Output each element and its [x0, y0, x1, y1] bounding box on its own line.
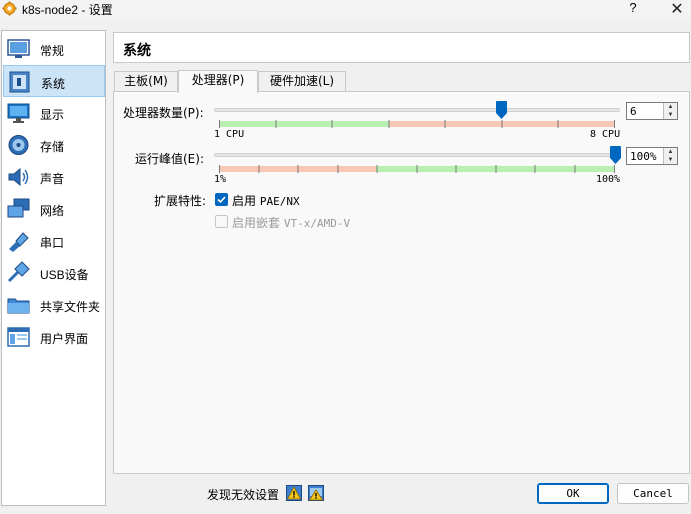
shared-folder-icon: [7, 298, 30, 314]
increase-arrow-icon[interactable]: ▲: [664, 148, 677, 156]
execution-cap-label: 运行峰值(E):: [135, 152, 204, 166]
network-icon: [7, 198, 30, 218]
decrease-arrow-icon[interactable]: ▼: [664, 111, 677, 119]
sidebar-item-label: 常规: [40, 44, 65, 58]
sidebar-item-audio[interactable]: 声音: [3, 161, 105, 193]
cpu-max-label: 8 CPU: [590, 129, 621, 140]
help-button[interactable]: ?: [626, 0, 640, 15]
page-header: 系统: [113, 32, 690, 63]
tab-motherboard[interactable]: 主板(M): [114, 71, 178, 92]
sidebar-item-usb[interactable]: USB设备: [3, 257, 105, 289]
tab-processor[interactable]: 处理器(P): [178, 70, 258, 93]
nested-vtx-label: 启用嵌套 VT-x/AMD-V: [232, 214, 350, 231]
sidebar-item-shared-folders[interactable]: 共享文件夹: [3, 289, 105, 321]
nested-vtx-checkbox[interactable]: [215, 215, 228, 228]
pae-nx-label-suffix: PAE/NX: [259, 195, 300, 208]
nested-vtx-label-suffix: VT-x/AMD-V: [283, 217, 351, 230]
serial-port-icon: [9, 232, 29, 252]
cpu-min-label: 1 CPU: [214, 129, 245, 140]
settings-sidebar: 常规 系统 显示 存储 声音 网络 串口 USB设备 共享文件夹 用户界面: [1, 30, 106, 506]
increase-arrow-icon[interactable]: ▲: [664, 103, 677, 111]
cpu-count-stepper: ▲ ▼: [663, 103, 677, 119]
cpu-count-label: 处理器数量(P):: [123, 106, 204, 120]
warning-icon[interactable]: [308, 485, 324, 501]
tab-acceleration[interactable]: 硬件加速(L): [258, 71, 346, 92]
sidebar-item-storage[interactable]: 存储: [3, 129, 105, 161]
user-interface-icon: [7, 327, 30, 347]
execution-cap-ticks: [219, 165, 615, 173]
decrease-arrow-icon[interactable]: ▼: [664, 156, 677, 164]
execution-cap-spinbox[interactable]: 100% ▲ ▼: [626, 147, 678, 165]
sidebar-item-label: 用户界面: [40, 332, 89, 346]
storage-icon: [8, 135, 29, 155]
pae-nx-label[interactable]: 启用 PAE/NX: [232, 192, 300, 209]
invalid-settings-text: 发现无效设置: [207, 488, 280, 502]
ok-button[interactable]: OK: [537, 483, 609, 504]
execution-cap-slider-handle[interactable]: [609, 146, 621, 164]
sidebar-item-network[interactable]: 网络: [3, 193, 105, 225]
cpu-count-ticks: [219, 120, 615, 128]
warning-icon[interactable]: [286, 485, 302, 501]
sidebar-item-label: USB设备: [40, 268, 89, 282]
close-button[interactable]: ✕: [670, 0, 684, 19]
virtualbox-gear-icon: [2, 1, 17, 16]
sidebar-item-label: 显示: [40, 108, 65, 122]
system-icon: [9, 71, 30, 93]
window-title: k8s-node2 - 设置: [22, 3, 113, 17]
sidebar-item-label: 系统: [41, 77, 66, 91]
cpu-count-slider-track[interactable]: [214, 108, 620, 112]
pae-nx-label-text: 启用: [232, 194, 257, 208]
sidebar-item-label: 声音: [40, 172, 65, 186]
sidebar-item-user-interface[interactable]: 用户界面: [3, 321, 105, 353]
checkmark-icon: [217, 196, 226, 204]
sidebar-item-display[interactable]: 显示: [3, 97, 105, 129]
nested-vtx-label-text: 启用嵌套: [232, 216, 281, 230]
execution-cap-slider-track[interactable]: [214, 153, 620, 157]
sidebar-item-general[interactable]: 常规: [3, 33, 105, 65]
cpu-count-value: 6: [630, 105, 637, 118]
sidebar-item-serial-port[interactable]: 串口: [3, 225, 105, 257]
cpu-count-slider-handle[interactable]: [496, 101, 508, 119]
general-icon: [7, 39, 30, 58]
title-bar: k8s-node2 - 设置 ? ✕: [0, 0, 691, 18]
display-icon: [7, 103, 30, 123]
execution-cap-min-label: 1%: [214, 174, 227, 185]
processor-tab-panel: [113, 91, 690, 474]
cpu-count-spinbox[interactable]: 6 ▲ ▼: [626, 102, 678, 120]
extended-features-label: 扩展特性:: [154, 194, 207, 208]
sidebar-item-label: 共享文件夹: [40, 300, 101, 314]
execution-cap-stepper: ▲ ▼: [663, 148, 677, 164]
usb-icon: [7, 261, 30, 283]
sidebar-item-label: 串口: [40, 236, 65, 250]
sidebar-item-system[interactable]: 系统: [3, 65, 105, 97]
pae-nx-checkbox[interactable]: [215, 193, 228, 206]
sidebar-item-label: 网络: [40, 204, 65, 218]
execution-cap-max-label: 100%: [596, 174, 621, 185]
page-title: 系统: [123, 42, 151, 58]
execution-cap-value: 100%: [630, 150, 657, 163]
sidebar-item-label: 存储: [40, 140, 65, 154]
audio-icon: [8, 167, 29, 187]
cancel-button[interactable]: Cancel: [617, 483, 689, 504]
